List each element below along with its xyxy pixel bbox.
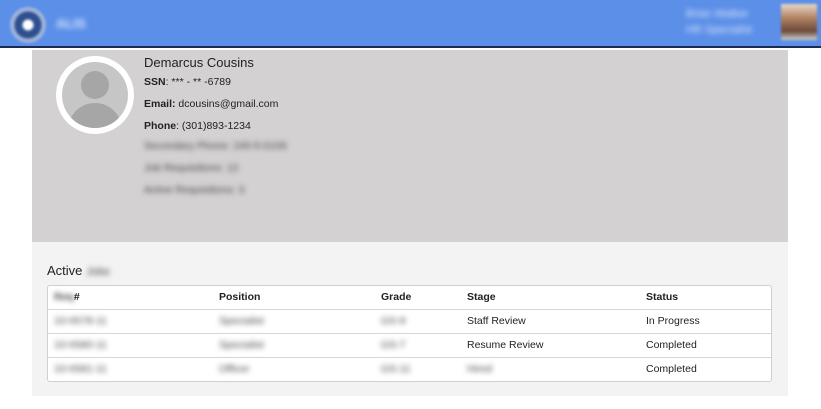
email-label: Email: xyxy=(144,98,176,110)
req-number-cell[interactable]: 10-0581-11 xyxy=(54,363,107,375)
profile-panel: Demarcus Cousins SSN: *** - ** -6789 Ema… xyxy=(32,50,788,242)
position-cell: Specialist xyxy=(219,315,264,327)
req-number-cell[interactable]: 10-0580-11 xyxy=(54,339,107,351)
user-role: HR Specialist xyxy=(686,24,753,36)
ssn-value: : *** - ** -6789 xyxy=(165,76,231,88)
phone-line: Phone: (301)893-1234 xyxy=(144,120,251,132)
status-cell: Completed xyxy=(646,363,697,375)
active-title-suffix: Jobs xyxy=(86,266,110,278)
profile-name: Demarcus Cousins xyxy=(144,55,254,70)
email-line: Email: dcousins@gmail.com xyxy=(144,98,278,110)
table-row[interactable]: 10-0578-11 Specialist GS-9 Staff Review … xyxy=(48,310,771,334)
table-row[interactable]: 10-0580-11 Specialist GS-7 Resume Review… xyxy=(48,334,771,358)
phone-value: : (301)893-1234 xyxy=(176,120,251,132)
column-header-req-hash: # xyxy=(73,291,80,303)
blurred-info-line: Secondary Phone: 240-5-5155 xyxy=(144,140,288,152)
grade-cell: GS-11 xyxy=(381,363,411,375)
ssn-line: SSN: *** - ** -6789 xyxy=(144,76,231,88)
user-avatar[interactable] xyxy=(781,4,817,40)
active-section-title: Active Jobs xyxy=(47,263,110,278)
app-name[interactable]: ALIS xyxy=(56,16,86,31)
column-header-grade[interactable]: Grade xyxy=(381,291,411,303)
phone-label: Phone xyxy=(144,120,177,132)
column-header-stage[interactable]: Stage xyxy=(467,291,496,303)
ssn-label: SSN xyxy=(144,76,166,88)
app-logo-icon[interactable] xyxy=(10,7,46,43)
status-cell: Completed xyxy=(646,339,697,351)
active-title-text: Active xyxy=(47,263,83,278)
candidate-card: Demarcus Cousins SSN: *** - ** -6789 Ema… xyxy=(32,50,788,396)
status-cell: In Progress xyxy=(646,315,700,327)
blurred-info-line: Job Requisitions: 12 xyxy=(144,162,239,174)
top-navigation-bar: ALIS Brian Walker HR Specialist xyxy=(0,0,821,48)
stage-cell: Hired xyxy=(467,363,493,375)
grade-cell: GS-9 xyxy=(381,315,406,327)
column-header-req[interactable]: Req# xyxy=(54,291,80,303)
stage-cell: Staff Review xyxy=(467,315,526,327)
column-header-status[interactable]: Status xyxy=(646,291,678,303)
grade-cell: GS-7 xyxy=(381,339,406,351)
table-row[interactable]: 10-0581-11 Officer GS-11 Hired Completed xyxy=(48,358,771,382)
req-number-cell[interactable]: 10-0578-11 xyxy=(54,315,107,327)
profile-avatar-icon xyxy=(56,56,134,134)
stage-cell: Resume Review xyxy=(467,339,544,351)
column-header-req-prefix: Req xyxy=(54,291,74,303)
table-header-row: Req# Position Grade Stage Status xyxy=(48,286,771,310)
blurred-info-line: Active Requisitions: 3 xyxy=(144,184,245,196)
position-cell: Specialist xyxy=(219,339,264,351)
column-header-position[interactable]: Position xyxy=(219,291,260,303)
email-value: dcousins@gmail.com xyxy=(175,98,279,110)
user-name[interactable]: Brian Walker xyxy=(686,8,749,20)
active-jobs-table: Req# Position Grade Stage Status 10-0578… xyxy=(47,285,772,382)
position-cell: Officer xyxy=(219,363,250,375)
